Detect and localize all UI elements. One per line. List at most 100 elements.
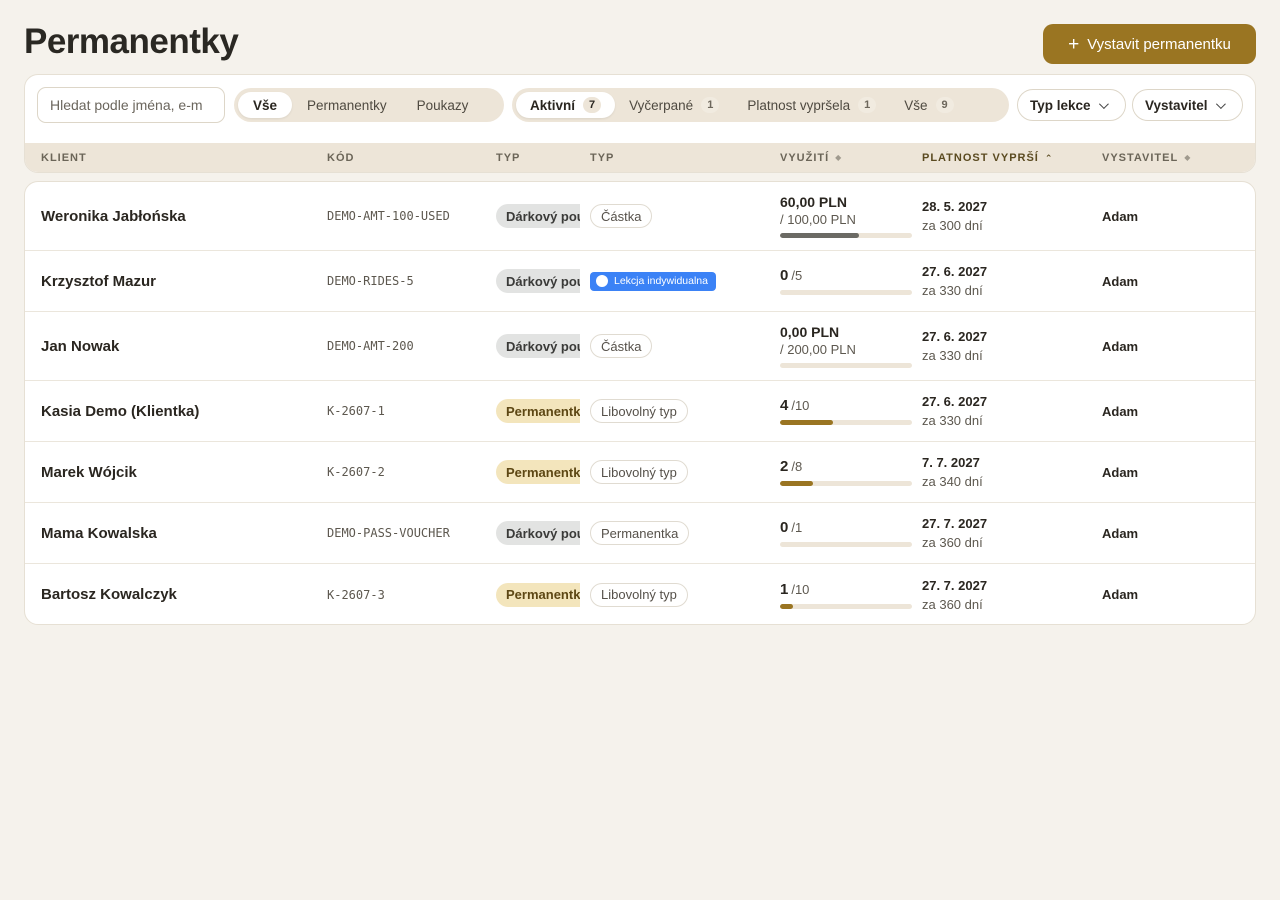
pass-code: K-2607-2 (327, 465, 385, 479)
usage-progress-fill (780, 481, 813, 486)
chevron-down-icon (1215, 98, 1226, 109)
subtype-badge: Permanentka (590, 521, 690, 545)
usage-line: 0/5 (780, 267, 802, 284)
sort-icon: ◆ (835, 153, 843, 162)
tab-status-exhausted[interactable]: Vyčerpané 1 (615, 92, 733, 118)
expiry-date: 7. 7. 2027 (922, 455, 980, 470)
usage-line: 2/8 (780, 458, 802, 475)
usage-progress-bar (780, 542, 912, 547)
table-row[interactable]: Jan Nowak DEMO-AMT-200 Dárkový poukaz Částk… (25, 312, 1255, 381)
table-row[interactable]: Bartosz Kowalczyk K-2607-3 Permanentka Libo… (25, 564, 1255, 624)
usage-total: / 100,00 PLN (780, 212, 856, 227)
plus-icon: + (1068, 33, 1080, 55)
validity-cell: 27. 6. 2027 za 330 dní (922, 381, 987, 441)
dropdown-label: Vystavitel (1145, 97, 1208, 113)
subtype-badge: Libovolný typ (590, 399, 688, 423)
subtype-badge: Libovolný typ (590, 460, 688, 484)
usage-cell: 2/8 (780, 442, 912, 502)
pass-code: K-2607-1 (327, 404, 385, 418)
column-header-validity[interactable]: PLATNOST VYPRŠÍ ⌃ (922, 143, 1054, 172)
issuer-dropdown[interactable]: Vystavitel (1132, 89, 1243, 121)
subtype-cell: Libovolný typ (590, 442, 688, 502)
usage-total: / 200,00 PLN (780, 342, 856, 357)
type-badge: Dárkový poukaz (496, 269, 580, 293)
new-pass-button[interactable]: + Vystavit permanentku (1043, 24, 1256, 64)
subtype-label: Libovolný typ (601, 464, 677, 480)
table-row[interactable]: Marek Wójcik K-2607-2 Permanentka Libovolný… (25, 442, 1255, 503)
usage-cell: 0/5 (780, 251, 912, 311)
subtype-badge: Částka (590, 334, 653, 358)
tab-kind-passes[interactable]: Permanentky (292, 92, 402, 118)
subtype-cell: Lekcja indywidualna (590, 251, 716, 311)
usage-progress-fill (780, 603, 794, 609)
usage-progress-bar (780, 481, 912, 486)
subtype-cell: Permanentka (590, 503, 690, 563)
tab-kind-all[interactable]: Vše (238, 92, 293, 118)
usage-cell: 0/1 (780, 503, 912, 563)
page-title: Permanentky (24, 22, 239, 61)
type-cell: Dárkový poukaz (496, 503, 580, 563)
tab-status-expired[interactable]: Platnost vypršela 1 (733, 92, 890, 118)
table-row[interactable]: Kasia Demo (Klientka) K-2607-1 Permanentka… (25, 381, 1255, 442)
usage-cell: 60,00 PLN / 100,00 PLN (780, 182, 912, 250)
lesson-type-dropdown[interactable]: Typ lekce (1017, 89, 1126, 121)
expiry-relative: za 330 dní (922, 283, 983, 298)
column-header-issuer[interactable]: VYSTAVITEL ◆ (1102, 143, 1192, 172)
table-row[interactable]: Krzysztof Mazur DEMO-RIDES-5 Dárkový pouka… (25, 251, 1255, 312)
subtype-label: Libovolný typ (601, 403, 677, 419)
subtype-label: Lekcja indywidualna (614, 275, 708, 287)
expiry-relative: za 300 dní (922, 218, 983, 233)
count-badge: 9 (935, 97, 954, 113)
column-header-subtype: TYP (590, 152, 615, 164)
sort-ascending-icon: ⌃ (1044, 152, 1054, 163)
type-cell: Permanentka (496, 381, 580, 441)
type-cell: Dárkový poukaz (496, 251, 580, 311)
tab-kind-vouchers[interactable]: Poukazy (402, 92, 484, 118)
subtype-label: Částka (601, 208, 642, 224)
issuer-name: Adam (1102, 525, 1139, 541)
search-input[interactable] (37, 87, 225, 123)
validity-cell: 27. 6. 2027 za 330 dní (922, 312, 987, 380)
expiry-date: 27. 7. 2027 (922, 516, 988, 531)
kind-filter-tabs: Vše Permanentky Poukazy (234, 88, 504, 122)
expiry-relative: za 340 dní (922, 474, 983, 489)
issuer-name: Adam (1102, 403, 1139, 419)
client-name: Bartosz Kowalczyk (41, 586, 177, 603)
usage-cell: 0,00 PLN / 200,00 PLN (780, 312, 912, 380)
expiry-date: 27. 6. 2027 (922, 264, 988, 279)
tab-status-all[interactable]: Vše 9 (890, 92, 967, 118)
type-cell: Dárkový poukaz (496, 182, 580, 250)
status-filter-tabs: Aktivní 7 Vyčerpané 1 Platnost vypršela … (512, 88, 1009, 122)
subtype-label: Libovolný typ (601, 587, 677, 602)
subtype-label: Permanentka (601, 525, 679, 541)
usage-progress-bar (780, 603, 912, 609)
usage-used: 0 (780, 267, 789, 284)
issuer-name: Adam (1102, 273, 1139, 289)
expiry-relative: za 360 dní (922, 596, 983, 612)
client-name: Marek Wójcik (41, 463, 137, 481)
pass-code: DEMO-PASS-VOUCHER (327, 526, 450, 540)
type-cell: Dárkový poukaz (496, 312, 580, 380)
usage-progress-bar (780, 420, 912, 425)
type-badge: Permanentka (496, 399, 580, 423)
count-badge: 7 (583, 97, 602, 113)
subtype-cell: Částka (590, 312, 653, 380)
sort-icon: ◆ (1184, 153, 1192, 162)
usage-line: 0/1 (780, 519, 802, 536)
tab-label: Aktivní (530, 97, 576, 113)
column-header-usage[interactable]: VYUŽITÍ ◆ (780, 143, 843, 172)
usage-cell: 4/10 (780, 381, 912, 441)
expiry-relative: za 330 dní (922, 348, 983, 363)
usage-total: /5 (791, 268, 803, 283)
subtype-cell: Libovolný typ (590, 381, 688, 441)
pass-code: DEMO-RIDES-5 (327, 274, 414, 288)
expiry-date: 28. 5. 2027 (922, 199, 988, 214)
table-row[interactable]: Mama Kowalska DEMO-PASS-VOUCHER Dárkový po… (25, 503, 1255, 564)
filters-toolbar: Vše Permanentky Poukazy Aktivní 7 Vyčerp… (24, 74, 1256, 173)
tab-status-active[interactable]: Aktivní 7 (516, 92, 616, 118)
usage-progress-bar (780, 233, 912, 238)
table-row[interactable]: Weronika Jabłońska DEMO-AMT-100-USED Dárko… (25, 182, 1255, 251)
usage-used: 1 (780, 580, 789, 598)
client-name: Krzysztof Mazur (41, 272, 157, 290)
usage-used: 2 (780, 458, 789, 475)
